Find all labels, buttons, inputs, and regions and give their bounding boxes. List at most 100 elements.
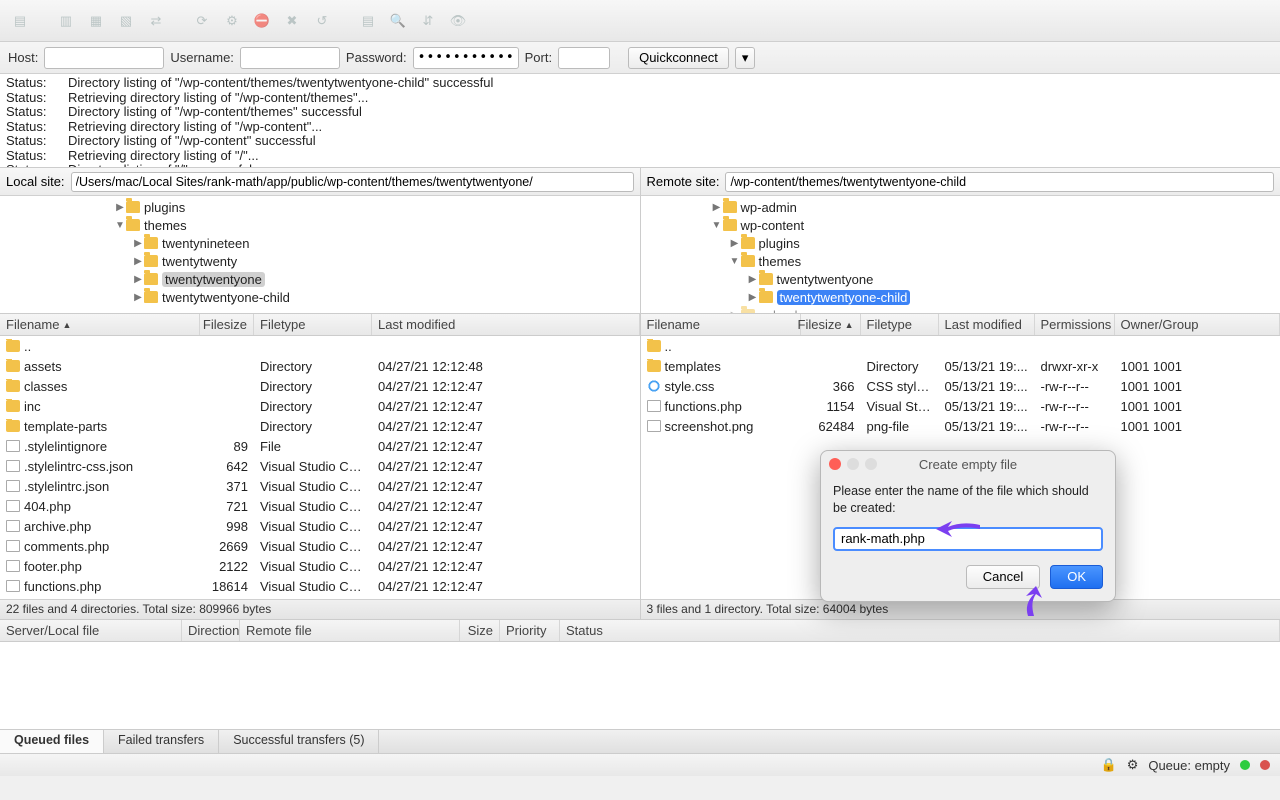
ok-button[interactable]: OK xyxy=(1050,565,1103,589)
reconnect-icon[interactable]: ↺ xyxy=(310,9,334,33)
refresh-icon[interactable]: ⟳ xyxy=(190,9,214,33)
sync-browse-icon[interactable]: ⇵ xyxy=(416,9,440,33)
password-input[interactable] xyxy=(413,47,519,69)
col-filetype[interactable]: Filetype xyxy=(254,314,372,335)
tree-item[interactable]: ▼themes xyxy=(0,216,640,234)
toggle-tree-icon[interactable]: ▦ xyxy=(84,9,108,33)
tree-item[interactable]: ▶plugins xyxy=(641,234,1280,252)
file-row[interactable]: .stylelintrc.json371Visual Studio Co...0… xyxy=(0,476,640,496)
find-icon[interactable]: 👁 xyxy=(446,9,470,33)
tree-item[interactable]: ▶twentytwentyone-child xyxy=(0,288,640,306)
q-priority[interactable]: Priority xyxy=(500,620,560,641)
tree-item[interactable]: ▶twentytwentyone xyxy=(641,270,1280,288)
cancel-button[interactable]: Cancel xyxy=(966,565,1040,589)
q-remote[interactable]: Remote file xyxy=(240,620,460,641)
disconnect-icon[interactable]: ✖ xyxy=(280,9,304,33)
col-owner[interactable]: Owner/Group xyxy=(1115,314,1280,335)
disclosure-icon[interactable]: ▶ xyxy=(132,238,144,249)
filename-input[interactable] xyxy=(833,527,1103,551)
file-row[interactable]: classesDirectory04/27/21 12:12:47 xyxy=(0,376,640,396)
col-filename[interactable]: Filename▲ xyxy=(0,314,200,335)
q-size[interactable]: Size xyxy=(460,620,500,641)
tab-queued[interactable]: Queued files xyxy=(0,730,104,753)
local-file-header[interactable]: Filename▲ Filesize Filetype Last modifie… xyxy=(0,314,640,336)
disclosure-icon[interactable]: ▶ xyxy=(711,202,723,213)
col-filename[interactable]: Filename xyxy=(641,314,801,335)
file-row[interactable]: .stylelintrc-css.json642Visual Studio Co… xyxy=(0,456,640,476)
disclosure-icon[interactable]: ▼ xyxy=(729,256,741,267)
file-row[interactable]: footer.php2122Visual Studio Co...04/27/2… xyxy=(0,556,640,576)
log-label: Status: xyxy=(6,149,68,164)
disclosure-icon[interactable]: ▼ xyxy=(711,220,723,231)
file-row[interactable]: screenshot.png62484png-file05/13/21 19:.… xyxy=(641,416,1280,436)
tree-item[interactable]: ▶twentytwentyone-child xyxy=(641,288,1280,306)
disclosure-icon[interactable]: ▶ xyxy=(729,238,741,249)
tree-item[interactable]: ▶uploads xyxy=(641,306,1280,314)
host-input[interactable] xyxy=(44,47,164,69)
log-message: Directory listing of "/wp-content/themes… xyxy=(68,76,493,91)
tree-item[interactable]: ▶twentynineteen xyxy=(0,234,640,252)
file-row[interactable]: .. xyxy=(641,336,1280,356)
window-close-icon[interactable] xyxy=(829,458,841,470)
tree-item[interactable]: ▶twentytwentyone xyxy=(0,270,640,288)
q-status[interactable]: Status xyxy=(560,620,1280,641)
disclosure-icon[interactable]: ▶ xyxy=(114,202,126,213)
disclosure-icon[interactable]: ▶ xyxy=(132,274,144,285)
remote-path-input[interactable] xyxy=(725,172,1274,192)
remote-tree[interactable]: ▶wp-admin▼wp-content▶plugins▼themes▶twen… xyxy=(641,196,1280,314)
message-log[interactable]: Status: Directory listing of "/wp-content… xyxy=(0,74,1280,168)
window-max-icon[interactable] xyxy=(865,458,877,470)
compare-icon[interactable]: ▤ xyxy=(356,9,380,33)
local-tree[interactable]: ▶plugins▼themes▶twentynineteen▶twentytwe… xyxy=(0,196,640,314)
disclosure-icon[interactable]: ▶ xyxy=(747,274,759,285)
col-modified[interactable]: Last modified xyxy=(372,314,640,335)
filter-icon[interactable]: ⚙ xyxy=(220,9,244,33)
tree-item[interactable]: ▼themes xyxy=(641,252,1280,270)
port-input[interactable] xyxy=(558,47,610,69)
search-icon[interactable]: 🔍 xyxy=(386,9,410,33)
file-row[interactable]: template-partsDirectory04/27/21 12:12:47 xyxy=(0,416,640,436)
sitemanager-icon[interactable]: ▤ xyxy=(8,9,32,33)
file-row[interactable]: assetsDirectory04/27/21 12:12:48 xyxy=(0,356,640,376)
disclosure-icon[interactable]: ▶ xyxy=(132,292,144,303)
quickconnect-button[interactable]: Quickconnect xyxy=(628,47,729,69)
local-file-list[interactable]: ..assetsDirectory04/27/21 12:12:48classe… xyxy=(0,336,640,599)
file-row[interactable]: archive.php998Visual Studio Co...04/27/2… xyxy=(0,516,640,536)
sync-icon[interactable]: ⇄ xyxy=(144,9,168,33)
tree-item[interactable]: ▶wp-admin xyxy=(641,198,1280,216)
col-modified[interactable]: Last modified xyxy=(939,314,1035,335)
disclosure-icon[interactable]: ▶ xyxy=(747,292,759,303)
tree-item[interactable]: ▼wp-content xyxy=(641,216,1280,234)
tab-successful[interactable]: Successful transfers (5) xyxy=(219,730,379,753)
queue-body[interactable] xyxy=(0,642,1280,730)
disclosure-icon[interactable]: ▼ xyxy=(114,220,126,231)
tab-failed[interactable]: Failed transfers xyxy=(104,730,219,753)
col-filesize[interactable]: Filesize▲ xyxy=(801,314,861,335)
file-row[interactable]: functions.php18614Visual Studio Co...04/… xyxy=(0,576,640,596)
file-row[interactable]: templatesDirectory05/13/21 19:...drwxr-x… xyxy=(641,356,1280,376)
file-row[interactable]: style.css366CSS style ...05/13/21 19:...… xyxy=(641,376,1280,396)
cancel-icon[interactable]: ⛔ xyxy=(250,9,274,33)
q-direction[interactable]: Direction xyxy=(182,620,240,641)
file-row[interactable]: .stylelintignore89File04/27/21 12:12:47 xyxy=(0,436,640,456)
file-row[interactable]: functions.php1154Visual Stu...05/13/21 1… xyxy=(641,396,1280,416)
tree-item[interactable]: ▶twentytwenty xyxy=(0,252,640,270)
tree-item[interactable]: ▶plugins xyxy=(0,198,640,216)
file-row[interactable]: .. xyxy=(0,336,640,356)
local-path-input[interactable] xyxy=(71,172,634,192)
file-row[interactable]: incDirectory04/27/21 12:12:47 xyxy=(0,396,640,416)
file-row[interactable]: 404.php721Visual Studio Co...04/27/21 12… xyxy=(0,496,640,516)
col-filesize[interactable]: Filesize xyxy=(200,314,254,335)
window-min-icon[interactable] xyxy=(847,458,859,470)
username-input[interactable] xyxy=(240,47,340,69)
toggle-log-icon[interactable]: ▥ xyxy=(54,9,78,33)
col-filetype[interactable]: Filetype xyxy=(861,314,939,335)
quickconnect-dropdown[interactable]: ▾ xyxy=(735,47,756,69)
disclosure-icon[interactable]: ▶ xyxy=(132,256,144,267)
remote-file-header[interactable]: Filename Filesize▲ Filetype Last modifie… xyxy=(641,314,1280,336)
create-file-dialog: Create empty file Please enter the name … xyxy=(820,450,1116,602)
col-permissions[interactable]: Permissions xyxy=(1035,314,1115,335)
file-row[interactable]: comments.php2669Visual Studio Co...04/27… xyxy=(0,536,640,556)
q-server[interactable]: Server/Local file xyxy=(0,620,182,641)
toggle-queue-icon[interactable]: ▧ xyxy=(114,9,138,33)
